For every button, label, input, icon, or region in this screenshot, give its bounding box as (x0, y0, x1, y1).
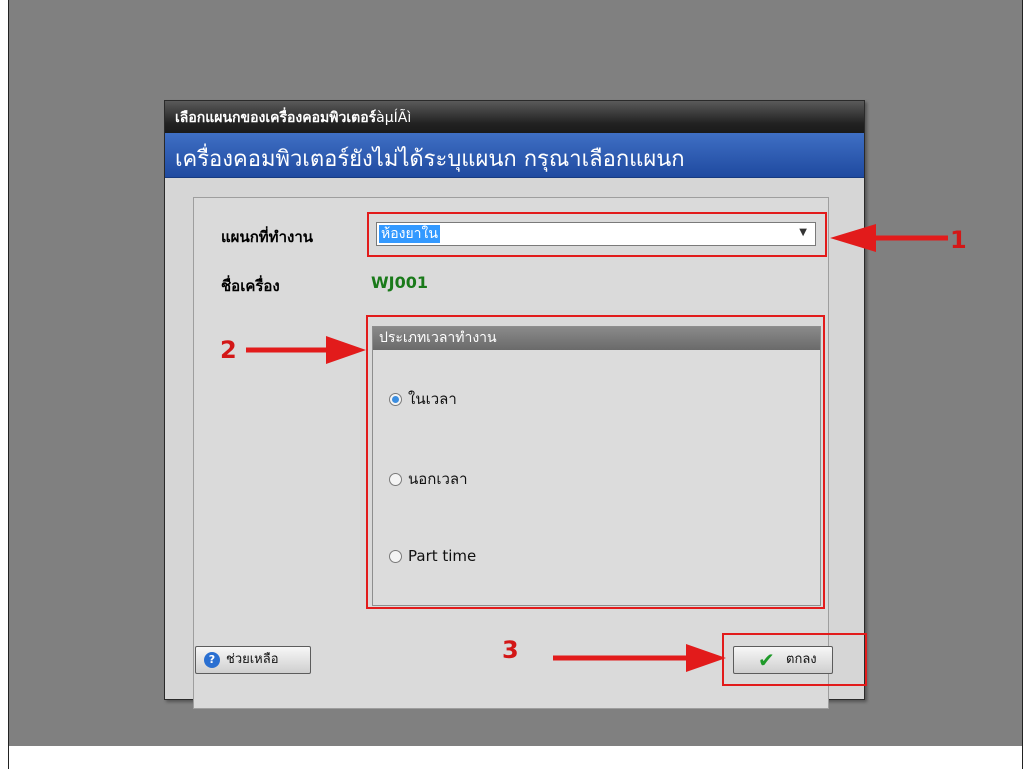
dialog-title: เลือกแผนกของเครื่องคอมพิวเตอร์àµÍÃì (175, 110, 412, 126)
annotation-number-1: 1 (950, 226, 967, 254)
annotation-number-2: 2 (220, 336, 237, 364)
help-icon: ? (204, 652, 220, 668)
annotation-box-3 (722, 633, 867, 686)
machine-value: WJ001 (371, 273, 428, 292)
annotation-box-1 (367, 212, 827, 257)
instruction-banner: เครื่องคอมพิวเตอร์ยังไม่ได้ระบุแผนก กรุณ… (165, 133, 864, 178)
banner-text: เครื่องคอมพิวเตอร์ยังไม่ได้ระบุแผนก กรุณ… (175, 147, 685, 172)
department-label: แผนกที่ทำงาน (221, 228, 313, 246)
annotation-box-2 (366, 315, 825, 609)
annotation-number-3: 3 (502, 636, 519, 664)
help-button-label: ช่วยเหลือ (226, 652, 279, 667)
dialog-titlebar: เลือกแผนกของเครื่องคอมพิวเตอร์àµÍÃì (165, 101, 864, 133)
machine-label: ชื่อเครื่อง (221, 277, 280, 295)
help-button[interactable]: ? ช่วยเหลือ (195, 646, 311, 674)
